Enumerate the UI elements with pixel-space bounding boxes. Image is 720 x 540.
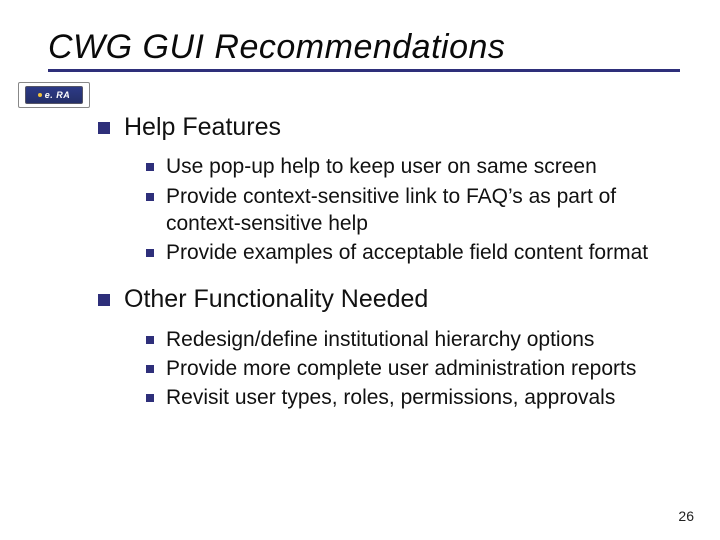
page-number: 26	[678, 508, 694, 524]
square-bullet-icon	[146, 163, 154, 171]
section-other-functionality: Other Functionality Needed Redesign/defi…	[98, 284, 672, 411]
list-item-text: Revisit user types, roles, permissions, …	[166, 384, 615, 411]
content-area: Help Features Use pop-up help to keep us…	[98, 112, 672, 430]
list-item: Provide examples of acceptable field con…	[146, 239, 672, 266]
list-item-text: Provide examples of acceptable field con…	[166, 239, 648, 266]
section-heading-row: Other Functionality Needed	[98, 284, 672, 315]
list-item: Provide context-sensitive link to FAQ’s …	[146, 183, 672, 238]
square-bullet-icon	[146, 193, 154, 201]
logo-dot-icon	[38, 93, 42, 97]
section-heading: Help Features	[124, 112, 281, 143]
square-bullet-icon	[146, 365, 154, 373]
era-logo-inner: e. RA	[25, 86, 83, 104]
square-bullet-icon	[146, 394, 154, 402]
title-block: CWG GUI Recommendations	[48, 28, 680, 72]
list-item: Redesign/define institutional hierarchy …	[146, 326, 672, 353]
square-bullet-icon	[98, 122, 110, 134]
title-underline	[48, 69, 680, 72]
section-items: Redesign/define institutional hierarchy …	[146, 326, 672, 412]
era-logo: e. RA	[18, 82, 90, 108]
square-bullet-icon	[146, 336, 154, 344]
logo-text: e. RA	[45, 90, 71, 100]
list-item-text: Redesign/define institutional hierarchy …	[166, 326, 594, 353]
section-heading: Other Functionality Needed	[124, 284, 428, 315]
list-item-text: Use pop-up help to keep user on same scr…	[166, 153, 597, 180]
square-bullet-icon	[146, 249, 154, 257]
slide-title: CWG GUI Recommendations	[48, 28, 680, 67]
section-items: Use pop-up help to keep user on same scr…	[146, 153, 672, 266]
list-item: Use pop-up help to keep user on same scr…	[146, 153, 672, 180]
list-item: Revisit user types, roles, permissions, …	[146, 384, 672, 411]
list-item-text: Provide more complete user administratio…	[166, 355, 636, 382]
slide: CWG GUI Recommendations e. RA Help Featu…	[0, 0, 720, 540]
section-heading-row: Help Features	[98, 112, 672, 143]
list-item-text: Provide context-sensitive link to FAQ’s …	[166, 183, 672, 238]
section-help-features: Help Features Use pop-up help to keep us…	[98, 112, 672, 266]
list-item: Provide more complete user administratio…	[146, 355, 672, 382]
square-bullet-icon	[98, 294, 110, 306]
